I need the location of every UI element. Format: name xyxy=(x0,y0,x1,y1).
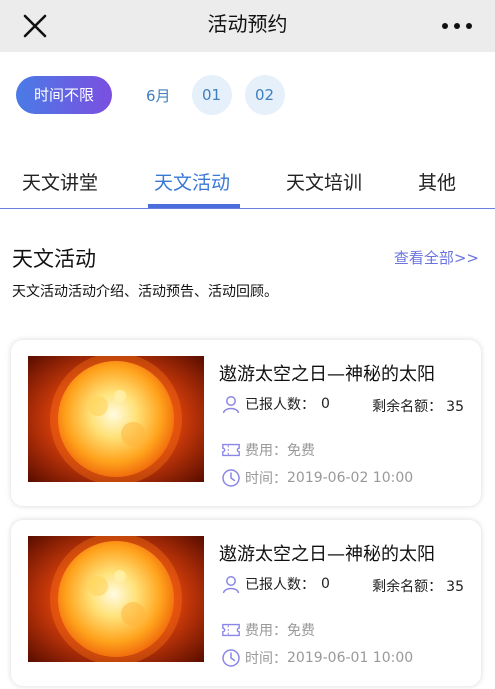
tab-astronomy-activity[interactable]: 天文活动 xyxy=(154,168,230,195)
section-description: 天文活动活动介绍、活动预告、活动回顾。 xyxy=(12,284,278,300)
close-icon xyxy=(23,14,47,38)
time-row: 时间： 2019-06-01 10:00 xyxy=(221,648,413,668)
date-filter: 时间不限 6月 01 02 xyxy=(16,75,285,115)
more-button[interactable] xyxy=(439,11,475,41)
sun-image xyxy=(28,536,204,662)
clock-icon xyxy=(222,469,240,487)
person-icon xyxy=(222,576,240,594)
remaining-slots: 剩余名额： 35 xyxy=(372,576,464,596)
close-button[interactable] xyxy=(20,11,50,41)
view-all-link[interactable]: 查看全部>> xyxy=(394,247,479,268)
activity-card[interactable]: 遨游太空之日—神秘的太阳 已报人数： 0 剩余名额： 35 费用： 免费 时间： … xyxy=(11,520,481,686)
time-unlimited-button[interactable]: 时间不限 xyxy=(16,76,112,114)
registered-count: 已报人数： 0 xyxy=(221,394,330,414)
time-value: 2019-06-02 10:00 xyxy=(287,470,414,486)
more-icon xyxy=(442,23,472,29)
fee-label: 费用： xyxy=(245,623,287,639)
time-label: 时间： xyxy=(245,471,287,487)
registered-value: 0 xyxy=(321,576,330,592)
remaining-value: 35 xyxy=(446,399,464,415)
registered-label: 已报人数： xyxy=(245,397,315,413)
ticket-icon xyxy=(222,443,240,457)
fee-row: 费用： 免费 xyxy=(221,440,315,460)
registered-label: 已报人数： xyxy=(245,577,315,593)
active-tab-indicator xyxy=(148,204,240,208)
tab-other[interactable]: 其他 xyxy=(418,168,456,195)
registered-value: 0 xyxy=(321,396,330,412)
remaining-label: 剩余名额： xyxy=(372,579,443,595)
category-tabs: 天文讲堂 天文活动 天文培训 其他 xyxy=(0,158,495,209)
tab-astronomy-lecture[interactable]: 天文讲堂 xyxy=(22,168,98,195)
day-chip-02[interactable]: 02 xyxy=(244,75,285,115)
remaining-slots: 剩余名额： 35 xyxy=(372,396,464,416)
fee-value: 免费 xyxy=(287,443,315,459)
person-icon xyxy=(222,396,240,414)
section-title: 天文活动 xyxy=(12,247,96,271)
sun-image xyxy=(28,356,204,482)
page-title: 活动预约 xyxy=(207,12,288,36)
registered-count: 已报人数： 0 xyxy=(221,574,330,594)
ticket-icon xyxy=(222,623,240,637)
time-row: 时间： 2019-06-02 10:00 xyxy=(221,468,413,488)
clock-icon xyxy=(222,649,240,667)
fee-label: 费用： xyxy=(245,443,287,459)
top-bar: 活动预约 xyxy=(0,0,495,52)
fee-value: 免费 xyxy=(287,623,315,639)
time-value: 2019-06-01 10:00 xyxy=(287,650,414,666)
tab-astronomy-training[interactable]: 天文培训 xyxy=(286,168,362,195)
remaining-label: 剩余名额： xyxy=(372,399,443,415)
activity-title: 遨游太空之日—神秘的太阳 xyxy=(219,544,435,565)
fee-row: 费用： 免费 xyxy=(221,620,315,640)
time-label: 时间： xyxy=(245,651,287,667)
activity-title: 遨游太空之日—神秘的太阳 xyxy=(219,364,435,385)
day-chip-01[interactable]: 01 xyxy=(191,75,232,115)
month-label: 6月 xyxy=(146,86,171,105)
remaining-value: 35 xyxy=(446,579,464,595)
activity-card[interactable]: 遨游太空之日—神秘的太阳 已报人数： 0 剩余名额： 35 费用： 免费 时间： … xyxy=(11,340,481,506)
